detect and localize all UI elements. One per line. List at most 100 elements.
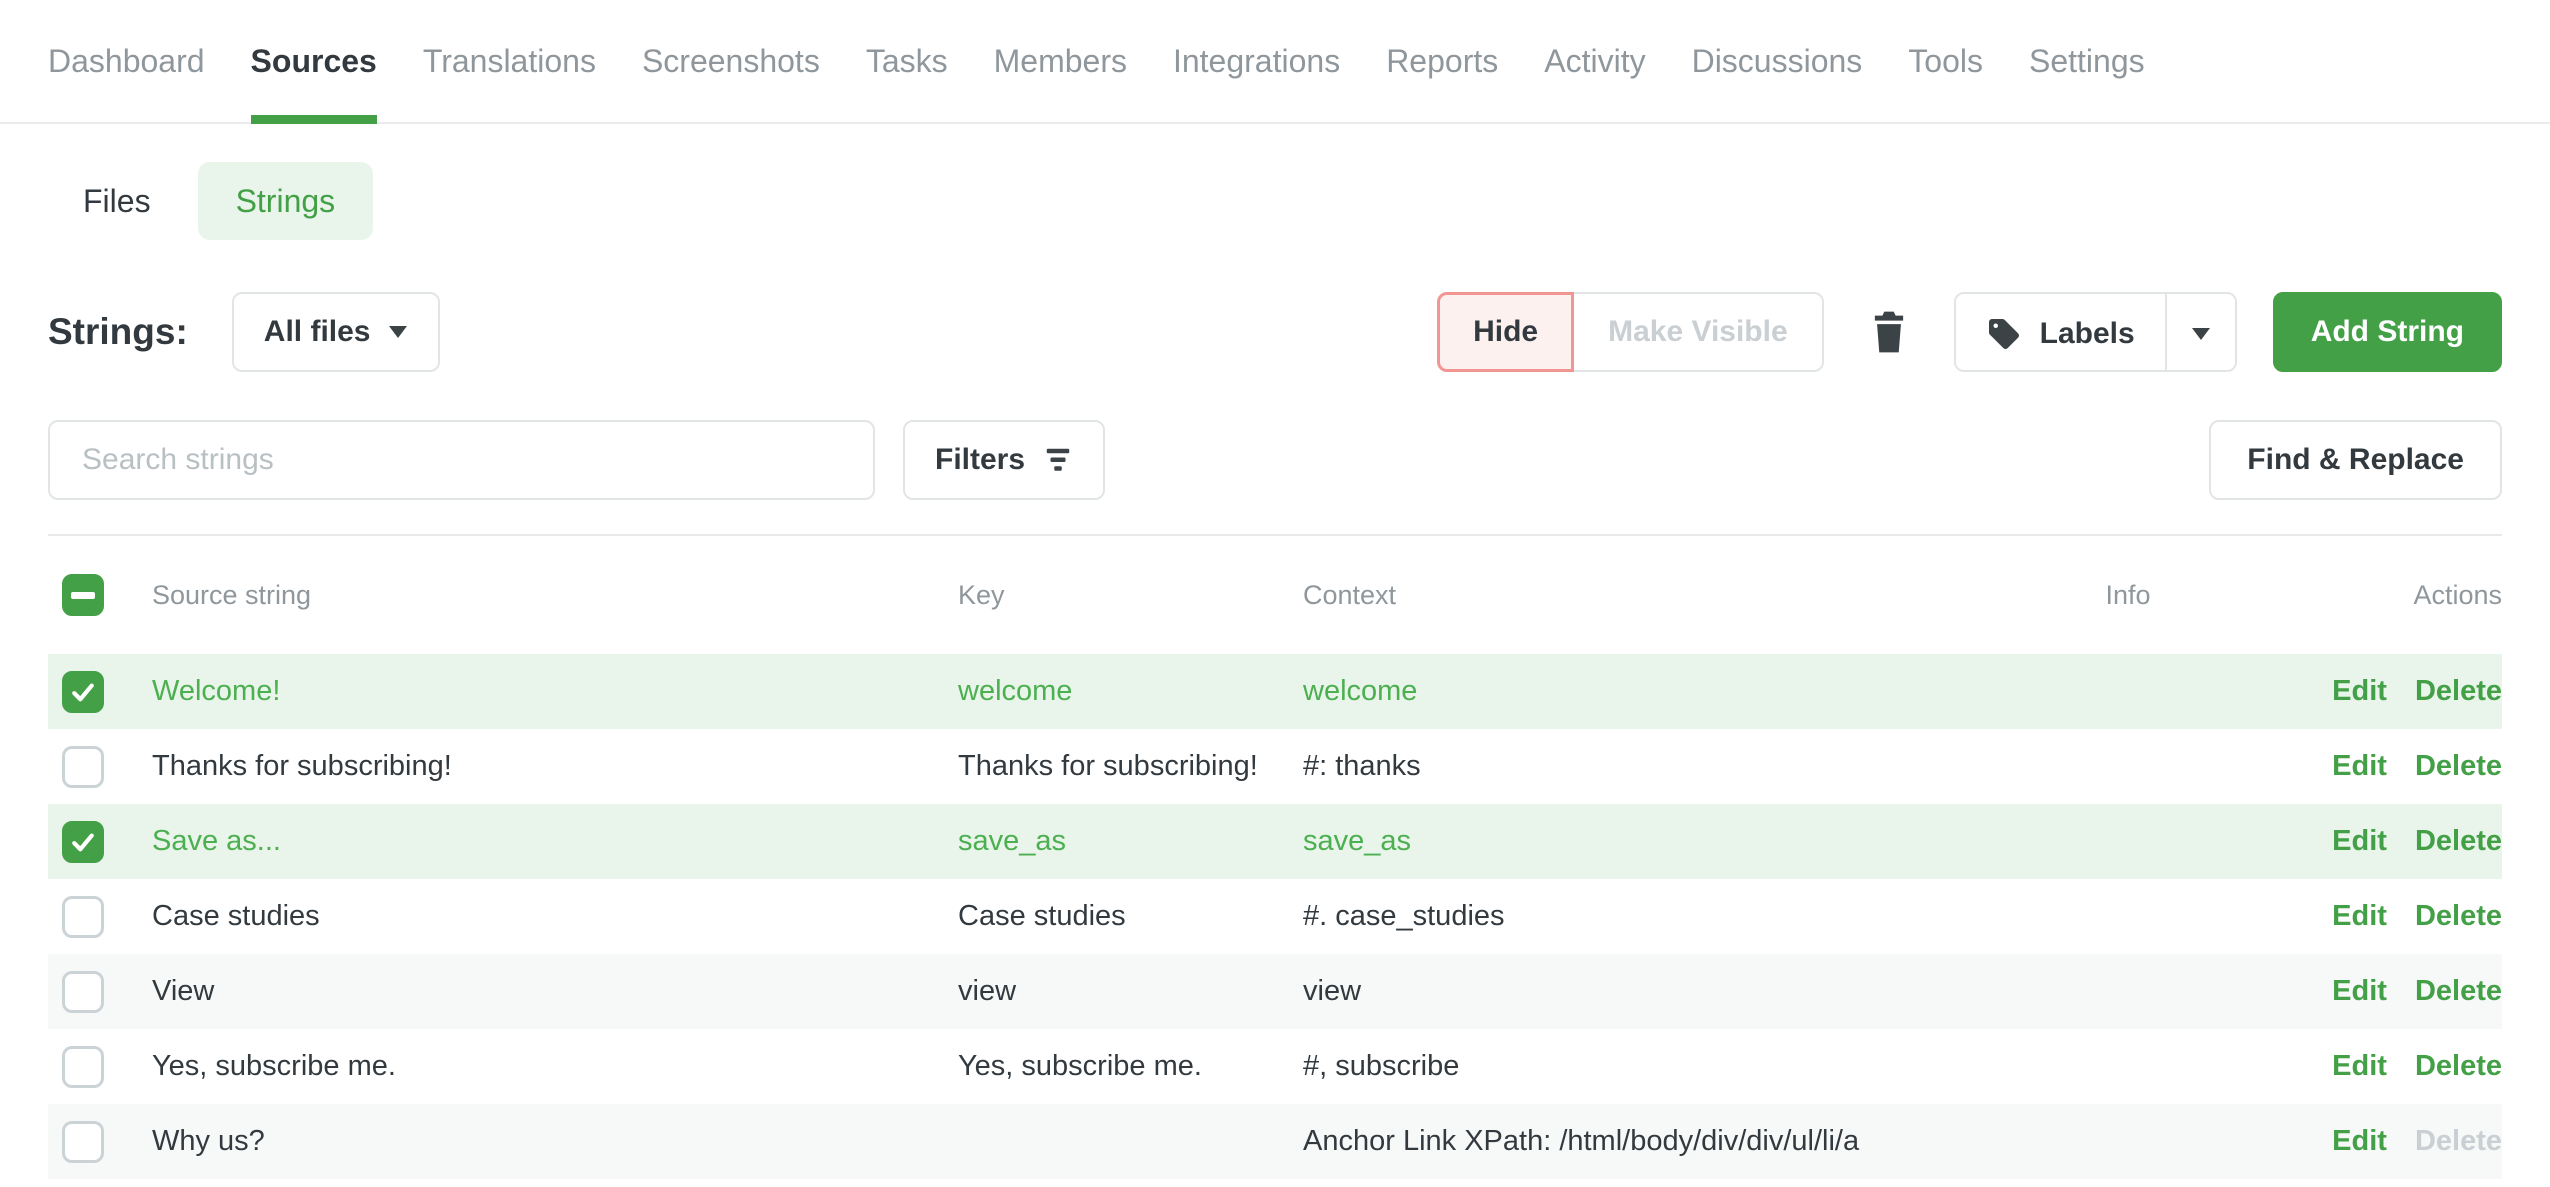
table-row: Case studies Case studies #. case_studie… [48,879,2502,954]
table-row: Save as... save_as save_as Edit Delete [48,804,2502,879]
filter-icon [1043,446,1073,474]
source-string-cell: Why us? [152,1125,958,1158]
hide-button[interactable]: Hide [1437,292,1574,372]
nav-item-discussions[interactable]: Discussions [1692,0,1863,122]
tab-files[interactable]: Files [83,183,151,220]
delete-link[interactable]: Delete [2415,1050,2502,1083]
source-string-cell: Case studies [152,900,958,933]
row-checkbox[interactable] [62,746,104,788]
context-cell: save_as [1303,825,1963,858]
row-checkbox-cell [48,896,152,938]
row-checkbox-cell [48,671,152,713]
actions-cell: Edit Delete [2293,750,2502,783]
nav-item-dashboard[interactable]: Dashboard [48,0,205,122]
make-visible-button[interactable]: Make Visible [1574,292,1824,372]
column-header-info: Info [1963,580,2293,611]
row-checkbox[interactable] [62,821,104,863]
indeterminate-icon [71,592,95,599]
edit-link[interactable]: Edit [2332,1050,2387,1083]
row-checkbox-cell [48,821,152,863]
visibility-button-group: Hide Make Visible [1437,292,1824,372]
edit-link[interactable]: Edit [2332,900,2387,933]
context-cell: #, subscribe [1303,1050,1963,1083]
delete-link[interactable]: Delete [2415,825,2502,858]
add-string-button[interactable]: Add String [2273,292,2502,372]
row-checkbox[interactable] [62,971,104,1013]
view-tabs: Files Strings [48,162,2550,240]
row-checkbox-cell [48,1046,152,1088]
source-string-cell: Yes, subscribe me. [152,1050,958,1083]
actions-cell: Edit Delete [2293,825,2502,858]
table-row: Yes, subscribe me. Yes, subscribe me. #,… [48,1029,2502,1104]
key-cell: Yes, subscribe me. [958,1050,1303,1083]
key-cell: save_as [958,825,1303,858]
source-string-cell: Save as... [152,825,958,858]
strings-table: Source string Key Context Info Actions W… [48,536,2502,1179]
actions-cell: Edit Delete [2293,1050,2502,1083]
nav-item-reports[interactable]: Reports [1386,0,1498,122]
context-cell: welcome [1303,675,1963,708]
column-header-key: Key [958,580,1303,611]
search-input[interactable] [48,420,875,500]
actions-cell: Edit Delete [2293,675,2502,708]
delete-link[interactable]: Delete [2415,975,2502,1008]
tab-strings[interactable]: Strings [198,162,374,240]
actions-cell: Edit Delete [2293,975,2502,1008]
nav-item-integrations[interactable]: Integrations [1173,0,1340,122]
trash-icon [1870,310,1908,354]
nav-item-members[interactable]: Members [994,0,1127,122]
search-row: Filters Find & Replace [48,420,2502,500]
chevron-down-icon [388,326,408,338]
nav-item-tools[interactable]: Tools [1908,0,1983,122]
table-header: Source string Key Context Info Actions [48,536,2502,654]
edit-link[interactable]: Edit [2332,975,2387,1008]
row-checkbox[interactable] [62,1046,104,1088]
edit-link[interactable]: Edit [2332,750,2387,783]
find-replace-button[interactable]: Find & Replace [2209,420,2502,500]
table-body: Welcome! welcome welcome Edit Delete Tha… [48,654,2502,1179]
tag-icon [1986,316,2022,352]
context-cell: view [1303,975,1963,1008]
row-checkbox-cell [48,746,152,788]
row-checkbox[interactable] [62,1121,104,1163]
nav-item-sources[interactable]: Sources [251,0,377,122]
edit-link[interactable]: Edit [2332,1125,2387,1158]
select-all-cell [48,574,152,616]
table-row: Welcome! welcome welcome Edit Delete [48,654,2502,729]
check-icon [69,678,97,706]
row-checkbox[interactable] [62,896,104,938]
delete-link[interactable]: Delete [2415,900,2502,933]
file-filter-label: All files [264,315,371,349]
delete-link[interactable]: Delete [2415,750,2502,783]
filters-label: Filters [935,443,1025,477]
table-row: Why us? Anchor Link XPath: /html/body/di… [48,1104,2502,1179]
page-title: Strings: [48,311,188,353]
actions-cell: Edit Delete [2293,1125,2502,1158]
nav-item-settings[interactable]: Settings [2029,0,2145,122]
labels-label: Labels [2040,317,2135,351]
top-nav: Dashboard Sources Translations Screenshots T… [0,0,2550,124]
delete-link[interactable]: Delete [2415,675,2502,708]
labels-button[interactable]: Labels [1956,294,2167,372]
nav-item-tasks[interactable]: Tasks [866,0,948,122]
filters-button[interactable]: Filters [903,420,1105,500]
source-string-cell: Welcome! [152,675,958,708]
chevron-down-icon [2191,328,2211,340]
context-cell: #. case_studies [1303,900,1963,933]
row-checkbox[interactable] [62,671,104,713]
key-cell: Case studies [958,900,1303,933]
file-filter-dropdown[interactable]: All files [232,292,441,372]
labels-dropdown-toggle[interactable] [2167,294,2235,372]
select-all-checkbox[interactable] [62,574,104,616]
table-row: Thanks for subscribing! Thanks for subsc… [48,729,2502,804]
edit-link[interactable]: Edit [2332,825,2387,858]
table-row: View view view Edit Delete [48,954,2502,1029]
nav-item-translations[interactable]: Translations [423,0,596,122]
edit-link[interactable]: Edit [2332,675,2387,708]
delete-strings-button[interactable] [1870,310,1908,354]
key-cell: Thanks for subscribing! [958,750,1303,783]
key-cell: view [958,975,1303,1008]
nav-item-screenshots[interactable]: Screenshots [642,0,820,122]
nav-item-activity[interactable]: Activity [1544,0,1645,122]
context-cell: #: thanks [1303,750,1963,783]
